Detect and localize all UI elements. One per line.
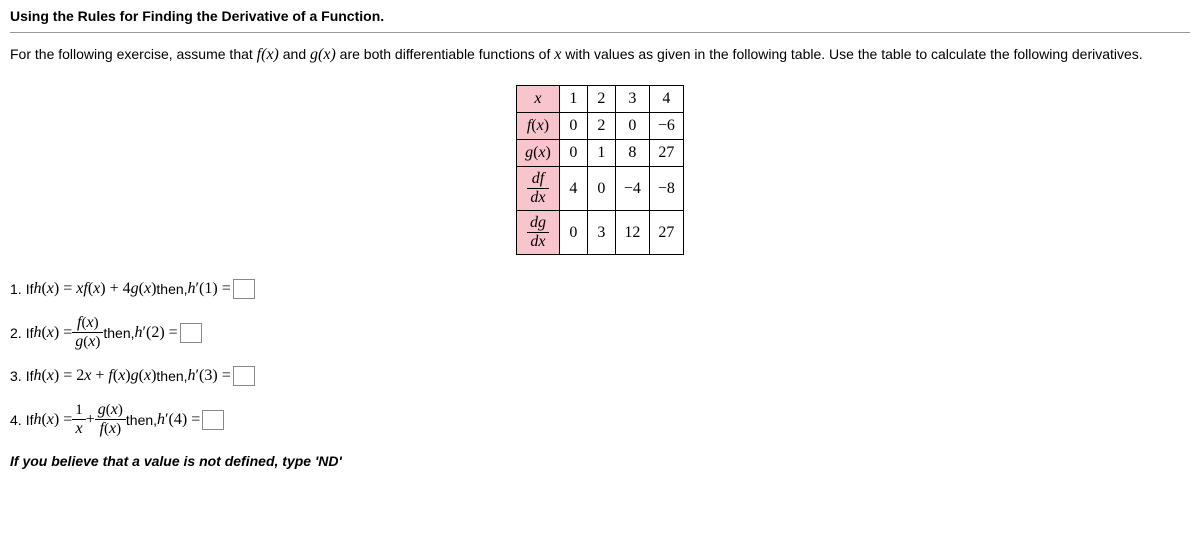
problem-equation: h(x) = xf(x) + 4g(x) [33,281,156,297]
problems: 1. If h(x) = xf(x) + 4g(x) then, h′(1) =… [10,279,1190,437]
problem-equation: h(x) = [33,325,72,341]
problem-1: 1. If h(x) = xf(x) + 4g(x) then, h′(1) = [10,279,1190,299]
table-header-fx: f(x) [517,113,560,140]
table-row: dfdx 4 0 −4 −8 [517,167,684,211]
table-cell: 0 [615,113,649,140]
table-header-gx: g(x) [517,140,560,167]
table-cell: 4 [559,167,587,211]
table-row: g(x) 0 1 8 27 [517,140,684,167]
table-cell: 2 [587,113,615,140]
instructions: For the following exercise, assume that … [10,43,1190,67]
problem-text: If [26,282,34,296]
fraction: f(x) g(x) [72,315,103,350]
table-cell: −4 [615,167,649,211]
table-cell: −8 [649,167,683,211]
problem-text: If [26,326,34,340]
math-fx: f(x) [257,46,279,63]
answer-input-2[interactable] [180,323,202,343]
problem-number: 2. [10,326,22,340]
table-cell: 27 [649,211,683,255]
instructions-text: and [279,46,310,62]
problem-number: 3. [10,369,22,383]
page-title: Using the Rules for Finding the Derivati… [10,8,1190,33]
problem-equation: h(x) = [33,412,72,428]
problem-hprime: h′(4) = [157,412,200,428]
table-header-dgdx: dgdx [517,211,560,255]
problem-3: 3. If h(x) = 2x + f(x)g(x) then, h′(3) = [10,366,1190,386]
table-cell: 8 [615,140,649,167]
table-header-x: x [517,86,560,113]
instructions-text: For the following exercise, assume that [10,46,257,62]
table-cell: 0 [559,113,587,140]
table-cell: 0 [559,211,587,255]
table-cell: 27 [649,140,683,167]
table-cell: 4 [649,86,683,113]
problem-text: then, [126,413,157,427]
table-cell: 2 [587,86,615,113]
problem-text: If [26,413,34,427]
plus-sign: + [86,412,95,428]
problem-hprime: h′(3) = [188,368,231,384]
table-cell: −6 [649,113,683,140]
problem-text: then, [103,326,134,340]
problem-2: 2. If h(x) = f(x) g(x) then, h′(2) = [10,315,1190,350]
data-table-wrap: x 1 2 3 4 f(x) 0 2 0 −6 g(x) 0 1 8 27 df… [10,85,1190,255]
answer-input-3[interactable] [233,366,255,386]
table-header-dfdx: dfdx [517,167,560,211]
problem-number: 4. [10,413,22,427]
instructions-text: with values as given in the following ta… [561,46,1142,62]
table-cell: 0 [587,167,615,211]
table-cell: 3 [587,211,615,255]
instructions-text: are both differentiable functions of [336,46,554,62]
problem-number: 1. [10,282,22,296]
problem-equation: h(x) = 2x + f(x)g(x) [33,368,156,384]
table-row: x 1 2 3 4 [517,86,684,113]
table-cell: 1 [587,140,615,167]
problem-hprime: h′(1) = [188,281,231,297]
table-cell: 12 [615,211,649,255]
problem-text: then, [156,369,187,383]
fraction: 1 x [72,403,86,437]
problem-hprime: h′(2) = [135,325,178,341]
table-cell: 0 [559,140,587,167]
table-cell: 3 [615,86,649,113]
table-row: dgdx 0 3 12 27 [517,211,684,255]
table-row: f(x) 0 2 0 −6 [517,113,684,140]
fraction: g(x) f(x) [95,402,126,437]
problem-text: If [26,369,34,383]
nd-note: If you believe that a value is not defin… [10,453,1190,469]
problem-text: then, [156,282,187,296]
data-table: x 1 2 3 4 f(x) 0 2 0 −6 g(x) 0 1 8 27 df… [516,85,684,255]
math-gx: g(x) [310,46,336,63]
answer-input-4[interactable] [202,410,224,430]
problem-4: 4. If h(x) = 1 x + g(x) f(x) then, h′(4)… [10,402,1190,437]
table-cell: 1 [559,86,587,113]
answer-input-1[interactable] [233,279,255,299]
